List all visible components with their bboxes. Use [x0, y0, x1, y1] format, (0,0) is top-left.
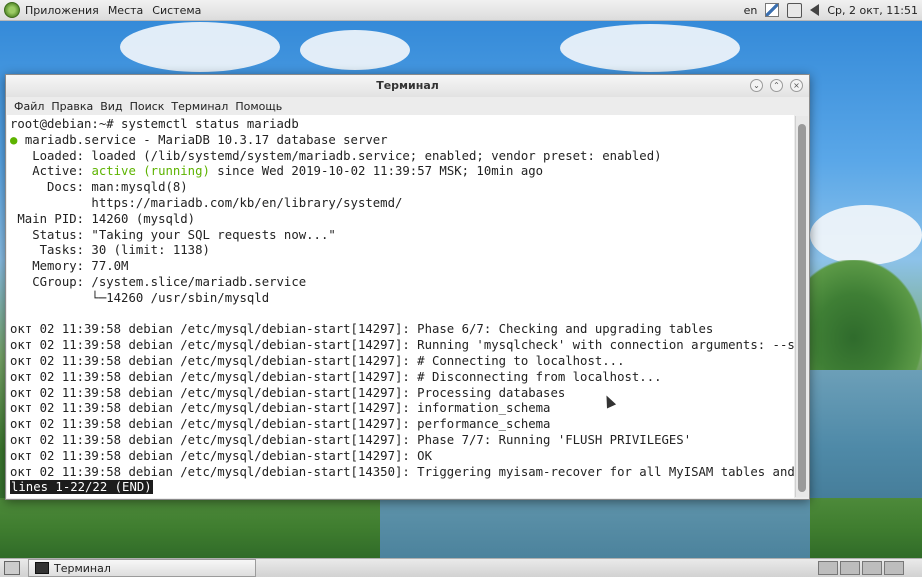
workspace-3-icon[interactable] [862, 561, 882, 575]
window-menubar: Файл Правка Вид Поиск Терминал Помощь [6, 97, 809, 115]
keyboard-layout-indicator[interactable]: en [744, 4, 758, 17]
active-label: Active: [10, 164, 92, 179]
menu-applications[interactable]: Приложения [25, 4, 99, 17]
log-line: окт 02 11:39:58 debian /etc/mysql/debian… [10, 385, 566, 400]
docs-url-line: https://mariadb.com/kb/en/library/system… [10, 195, 403, 210]
memory-line: Memory: 77.0M [10, 259, 129, 274]
window-title: Терминал [376, 79, 439, 92]
log-line: окт 02 11:39:58 debian /etc/mysql/debian… [10, 464, 794, 479]
active-since: since Wed 2019-10-02 11:39:57 MSK; 10min… [209, 164, 544, 179]
log-line: окт 02 11:39:58 debian /etc/mysql/debian… [10, 432, 692, 447]
log-line: окт 02 11:39:58 debian /etc/mysql/debian… [10, 417, 551, 432]
taskbar-item-terminal[interactable]: Терминал [28, 559, 256, 577]
menu-search[interactable]: Поиск [130, 100, 165, 113]
show-desktop-icon[interactable] [4, 561, 20, 575]
log-line: окт 02 11:39:58 debian /etc/mysql/debian… [10, 338, 794, 353]
maximize-icon[interactable]: ⌃ [770, 79, 783, 92]
taskbar-item-label: Терминал [54, 561, 111, 575]
log-line: окт 02 11:39:58 debian /etc/mysql/debian… [10, 448, 432, 463]
menu-view[interactable]: Вид [100, 100, 122, 113]
tasks-line: Tasks: 30 (limit: 1138) [10, 243, 210, 258]
wallpaper-cloud [810, 205, 922, 265]
scrollbar-thumb[interactable] [798, 124, 806, 492]
bottom-panel: Терминал [0, 558, 922, 577]
wallpaper-cloud [560, 24, 740, 72]
log-line: окт 02 11:39:58 debian /etc/mysql/debian… [10, 322, 714, 337]
main-pid-line: Main PID: 14260 (mysqld) [10, 211, 196, 226]
close-icon[interactable]: × [790, 79, 803, 92]
terminal-window: Терминал ⌄ ⌃ × Файл Правка Вид Поиск Тер… [5, 74, 810, 500]
menu-file[interactable]: Файл [14, 100, 44, 113]
active-state: active (running) [91, 164, 210, 179]
cgroup-process-line: └─14260 /usr/sbin/mysqld [10, 290, 270, 305]
wallpaper-cloud [300, 30, 410, 70]
docs-line: Docs: man:mysqld(8) [10, 180, 188, 195]
top-panel: Приложения Места Система en Ср, 2 окт, 1… [0, 0, 922, 21]
service-line: mariadb.service - MariaDB 10.3.17 databa… [24, 132, 388, 147]
status-line: Status: "Taking your SQL requests now...… [10, 227, 336, 242]
log-line: окт 02 11:39:58 debian /etc/mysql/debian… [10, 369, 662, 384]
log-line: окт 02 11:39:58 debian /etc/mysql/debian… [10, 353, 625, 368]
distro-logo-icon[interactable] [4, 2, 20, 18]
wallpaper-water [380, 498, 810, 560]
window-titlebar[interactable]: Терминал ⌄ ⌃ × [6, 75, 809, 97]
terminal-icon [35, 562, 49, 574]
volume-icon[interactable] [810, 4, 820, 16]
workspace-2-icon[interactable] [840, 561, 860, 575]
menu-terminal[interactable]: Терминал [171, 100, 228, 113]
clock[interactable]: Ср, 2 окт, 11:51 [827, 4, 918, 17]
terminal-output[interactable]: root@debian:~# systemctl status mariadb … [7, 115, 794, 498]
network-icon[interactable] [787, 2, 803, 18]
status-dot-icon: ● [10, 132, 18, 147]
workspace-1-icon[interactable] [818, 561, 838, 575]
pager-status: lines 1-22/22 (END) [10, 480, 153, 495]
minimize-icon[interactable]: ⌄ [750, 79, 763, 92]
wallpaper-cloud [120, 22, 280, 72]
command-line: root@debian:~# systemctl status mariadb [10, 117, 299, 131]
cgroup-line: CGroup: /system.slice/mariadb.service [10, 274, 307, 289]
terminal-scrollbar[interactable] [795, 116, 808, 497]
menu-system[interactable]: Система [152, 4, 201, 17]
log-line: окт 02 11:39:58 debian /etc/mysql/debian… [10, 401, 551, 416]
menu-places[interactable]: Места [108, 4, 143, 17]
menu-help[interactable]: Помощь [235, 100, 282, 113]
tray: en Ср, 2 окт, 11:51 [736, 0, 918, 20]
menu-edit[interactable]: Правка [51, 100, 93, 113]
edit-icon[interactable] [765, 3, 780, 17]
loaded-line: Loaded: loaded (/lib/systemd/system/mari… [10, 148, 662, 163]
workspace-4-icon[interactable] [884, 561, 904, 575]
